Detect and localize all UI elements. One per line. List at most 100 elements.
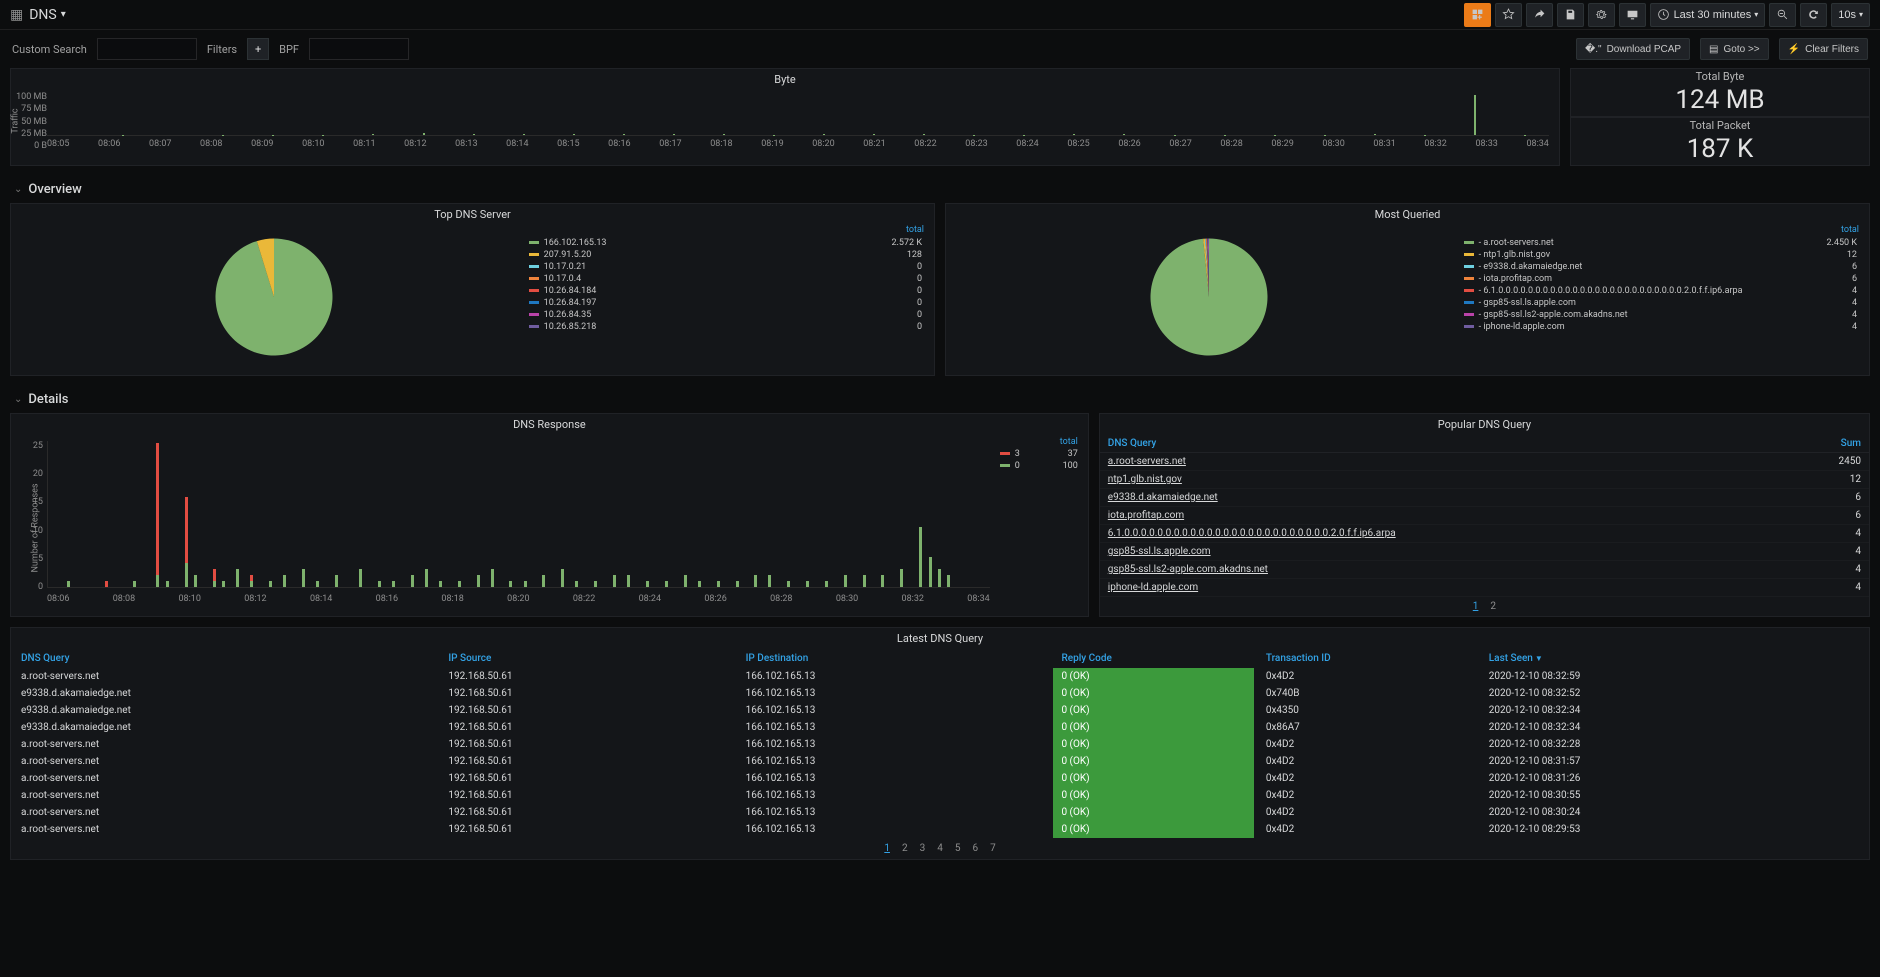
section-details-toggle[interactable]: ⌄ Details [10, 386, 1870, 413]
ip-destination-cell: 166.102.165.13 [736, 821, 1052, 838]
page-link[interactable]: 4 [937, 843, 943, 854]
legend-item[interactable]: - gsp85-ssl.ls.apple.com4 [1462, 297, 1859, 309]
legend-item[interactable]: 0100 [1000, 461, 1078, 471]
zoom-out-button[interactable] [1769, 3, 1796, 27]
section-overview-toggle[interactable]: ⌄ Overview [10, 176, 1870, 203]
byte-y-axis: Traffic 100 MB75 MB50 MB25 MB0 B [13, 92, 47, 151]
refresh-button[interactable] [1800, 3, 1827, 27]
dns-query-link[interactable]: e9338.d.akamaiedge.net [1108, 492, 1218, 503]
legend-item[interactable]: 337 [1000, 449, 1078, 459]
top-dns-server-pie[interactable] [21, 225, 527, 369]
legend-item[interactable]: - iota.profitap.com6 [1462, 273, 1859, 285]
legend-item[interactable]: - ntp1.glb.nist.gov12 [1462, 249, 1859, 261]
page-link[interactable]: 6 [972, 843, 978, 854]
col-dns-query[interactable]: DNS Query [1100, 435, 1783, 453]
legend-item[interactable]: 10.17.0.210 [527, 261, 924, 273]
dns-query-link[interactable]: a.root-servers.net [1108, 456, 1186, 467]
bpf-input[interactable] [309, 38, 409, 60]
refresh-interval-picker[interactable]: 10s ▾ [1831, 3, 1870, 27]
page-link[interactable]: 1 [1473, 601, 1479, 612]
sort-desc-icon: ▼ [1535, 654, 1543, 663]
dashboard-title-dropdown[interactable]: DNS ▾ [29, 7, 66, 23]
table-row: e9338.d.akamaiedge.net 6 [1100, 489, 1869, 507]
dns-query-cell: e9338.d.akamaiedge.net [11, 685, 438, 702]
ip-source-cell: 192.168.50.61 [438, 685, 735, 702]
byte-plot[interactable] [47, 90, 1549, 136]
dns-query-link[interactable]: ntp1.glb.nist.gov [1108, 474, 1182, 485]
legend-item[interactable]: 10.26.84.1840 [527, 285, 924, 297]
dns-query-link[interactable]: gsp85-ssl.ls.apple.com [1108, 546, 1211, 557]
goto-button[interactable]: ▤ Goto >> [1700, 38, 1769, 60]
col-transaction-id[interactable]: Transaction ID [1256, 649, 1479, 668]
top-nav: ▦ DNS ▾ Last 30 minutes ▾ 10s ▾ [0, 0, 1880, 30]
top-dns-server-legend: total166.102.165.132.572 K207.91.5.20128… [527, 225, 924, 369]
table-row: a.root-servers.net192.168.50.61166.102.1… [11, 821, 1869, 838]
dns-query-link[interactable]: iphone-ld.apple.com [1108, 582, 1198, 593]
latest-dns-table: DNS Query IP Source IP Destination Reply… [11, 649, 1869, 838]
total-byte-label: Total Byte [1696, 70, 1745, 83]
total-byte-panel: Total Byte 124 MB [1570, 68, 1870, 117]
legend-item[interactable]: - a.root-servers.net2.450 K [1462, 237, 1859, 249]
col-ip-source[interactable]: IP Source [438, 649, 735, 668]
page-link[interactable]: 1 [884, 843, 890, 854]
page-link[interactable]: 2 [1490, 601, 1496, 612]
legend-item[interactable]: - e9338.d.akamaiedge.net6 [1462, 261, 1859, 273]
legend-item[interactable]: - gsp85-ssl.ls2-apple.com.akadns.net4 [1462, 309, 1859, 321]
col-ip-destination[interactable]: IP Destination [736, 649, 1052, 668]
resp-plot[interactable] [47, 441, 990, 588]
legend-item[interactable]: 10.26.84.350 [527, 309, 924, 321]
ip-destination-cell: 166.102.165.13 [736, 787, 1052, 804]
dns-query-link[interactable]: iota.profitap.com [1108, 510, 1184, 521]
settings-button[interactable] [1588, 3, 1615, 27]
tv-mode-button[interactable] [1619, 3, 1646, 27]
legend-item[interactable]: 207.91.5.20128 [527, 249, 924, 261]
time-range-picker[interactable]: Last 30 minutes ▾ [1650, 3, 1766, 27]
page-link[interactable]: 2 [902, 843, 908, 854]
share-button[interactable] [1526, 3, 1553, 27]
transaction-id-cell: 0x4D2 [1256, 821, 1479, 838]
legend-item[interactable]: - 6.1.0.0.0.0.0.0.0.0.0.0.0.0.0.0.0.0.0.… [1462, 285, 1859, 297]
dns-query-cell: a.root-servers.net [11, 787, 438, 804]
add-panel-button[interactable] [1464, 3, 1491, 27]
col-sum[interactable]: Sum [1783, 435, 1869, 453]
table-row: 6.1.0.0.0.0.0.0.0.0.0.0.0.0.0.0.0.0.0.0.… [1100, 525, 1869, 543]
last-seen-cell: 2020-12-10 08:32:28 [1479, 736, 1869, 753]
ip-destination-cell: 166.102.165.13 [736, 668, 1052, 685]
transaction-id-cell: 0x4D2 [1256, 753, 1479, 770]
ip-destination-cell: 166.102.165.13 [736, 702, 1052, 719]
col-reply-code[interactable]: Reply Code [1051, 649, 1255, 668]
transaction-id-cell: 0x740B [1256, 685, 1479, 702]
col-dns-query[interactable]: DNS Query [11, 649, 438, 668]
section-details-label: Details [28, 392, 68, 407]
sum-cell: 6 [1783, 489, 1869, 507]
legend-item[interactable]: 10.17.0.40 [527, 273, 924, 285]
dns-query-link[interactable]: gsp85-ssl.ls2-apple.com.akadns.net [1108, 564, 1268, 575]
page-link[interactable]: 5 [955, 843, 961, 854]
reply-code-cell: 0 (OK) [1053, 821, 1253, 838]
dns-query-link[interactable]: 6.1.0.0.0.0.0.0.0.0.0.0.0.0.0.0.0.0.0.0.… [1108, 528, 1396, 539]
reply-code-cell: 0 (OK) [1053, 787, 1253, 804]
page-link[interactable]: 7 [990, 843, 996, 854]
custom-search-input[interactable] [97, 38, 197, 60]
last-seen-cell: 2020-12-10 08:32:52 [1479, 685, 1869, 702]
popular-dns-table: DNS Query Sum a.root-servers.net2450ntp1… [1100, 435, 1869, 597]
ip-destination-cell: 166.102.165.13 [736, 685, 1052, 702]
save-button[interactable] [1557, 3, 1584, 27]
legend-item[interactable]: 10.26.84.1970 [527, 297, 924, 309]
legend-item[interactable]: 166.102.165.132.572 K [527, 237, 924, 249]
clear-filters-button[interactable]: ⚡ Clear Filters [1779, 38, 1868, 60]
legend-item[interactable]: - iphone-ld.apple.com4 [1462, 321, 1859, 333]
most-queried-pie[interactable] [956, 225, 1462, 369]
dns-query-cell: e9338.d.akamaiedge.net [11, 702, 438, 719]
reply-code-cell: 0 (OK) [1053, 719, 1253, 736]
table-row: a.root-servers.net192.168.50.61166.102.1… [11, 804, 1869, 821]
transaction-id-cell: 0x86A7 [1256, 719, 1479, 736]
byte-panel: Byte Traffic 100 MB75 MB50 MB25 MB0 B 08… [10, 68, 1560, 166]
add-filter-button[interactable]: + [247, 38, 269, 60]
col-last-seen[interactable]: Last Seen▼ [1479, 649, 1869, 668]
page-link[interactable]: 3 [920, 843, 926, 854]
download-pcap-button[interactable]: �." Download PCAP [1576, 38, 1690, 60]
star-button[interactable] [1495, 3, 1522, 27]
table-row: iota.profitap.com6 [1100, 507, 1869, 525]
legend-item[interactable]: 10.26.85.2180 [527, 321, 924, 333]
